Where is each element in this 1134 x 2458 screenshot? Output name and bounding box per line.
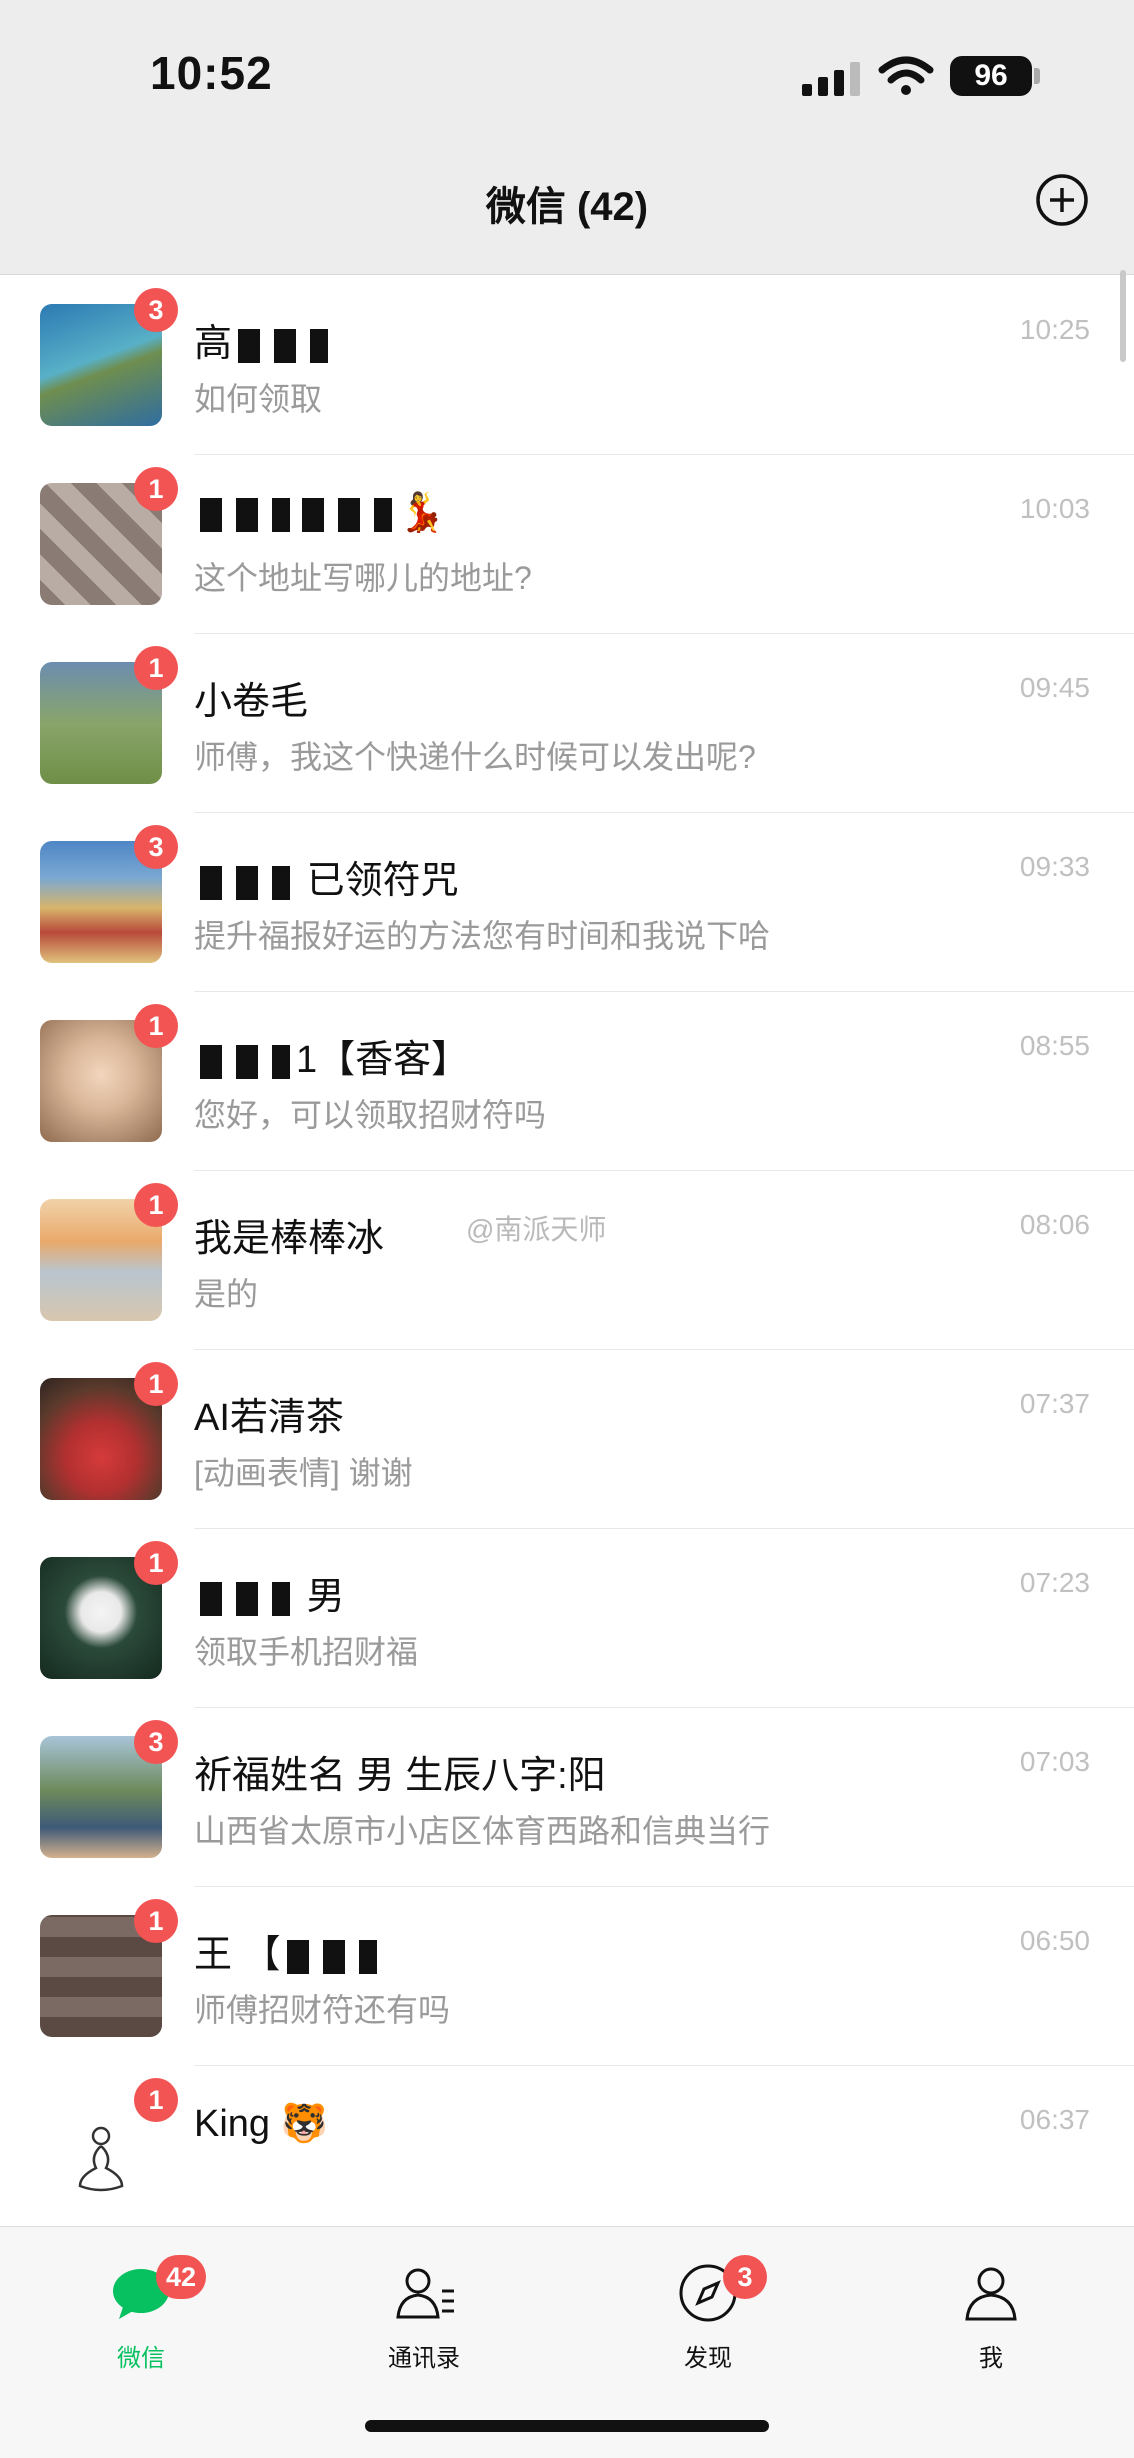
- add-button[interactable]: [1034, 172, 1090, 228]
- chat-time: 10:03: [1019, 493, 1090, 524]
- chat-row[interactable]: 1 小卷毛 师傅，我这个快递什么时候可以发出呢? 09:45: [0, 634, 1134, 813]
- chat-row[interactable]: 1 我是棒棒冰 是的 08:06: [0, 1171, 1134, 1350]
- unread-badge: 3: [134, 288, 178, 332]
- cellular-signal-icon: [802, 62, 860, 96]
- tab-badge: 42: [156, 2255, 207, 2299]
- tab-label: 我: [979, 2345, 1003, 2372]
- chat-time: 08:55: [1019, 1030, 1090, 1061]
- battery-tip: [1034, 68, 1040, 84]
- unread-badge: 1: [134, 2078, 178, 2122]
- chat-preview: 如何领取: [194, 381, 323, 417]
- page-title: 微信 (42): [485, 185, 649, 229]
- redaction-mask: [200, 1581, 290, 1616]
- chat-time: 07:03: [1019, 1746, 1090, 1777]
- chat-row[interactable]: 3 高 如何领取 10:25: [0, 276, 1134, 455]
- unread-badge: 1: [134, 1541, 178, 1585]
- contacts-icon: [396, 2268, 454, 2319]
- chat-name: 1【香客】: [194, 1028, 954, 1083]
- chat-row[interactable]: 3 已领符咒 提升福报好运的方法您有时间和我说下哈 09:33: [0, 813, 1134, 992]
- unread-badge: 1: [134, 467, 178, 511]
- chat-name: 王 【: [194, 1923, 954, 1978]
- unread-badge: 3: [134, 1720, 178, 1764]
- chat-name: 💃: [194, 491, 954, 535]
- tab-label: 通讯录: [388, 2345, 460, 2372]
- chat-preview: 山西省太原市小店区体育西路和信典当行: [194, 1813, 771, 1849]
- chat-name: 已领符咒: [194, 849, 954, 904]
- home-indicator[interactable]: [365, 2420, 769, 2432]
- chat-name: 小卷毛: [194, 681, 309, 723]
- tab-contacts[interactable]: 通讯录: [349, 2261, 499, 2373]
- unread-badge: 3: [134, 825, 178, 869]
- watermark: @南派天师: [466, 1214, 607, 1245]
- chat-row[interactable]: 1 男 领取手机招财福 07:23: [0, 1529, 1134, 1708]
- chat-preview: 领取手机招财福: [194, 1634, 419, 1670]
- tab-me[interactable]: 我: [916, 2261, 1066, 2373]
- redaction-mask: [286, 1939, 377, 1974]
- chat-preview: 师傅，我这个快递什么时候可以发出呢?: [194, 739, 756, 775]
- scrollbar[interactable]: [1120, 270, 1126, 362]
- battery-indicator: 96: [950, 56, 1032, 96]
- chat-preview: 您好，可以领取招财符吗: [194, 1097, 547, 1133]
- chat-row[interactable]: 1 1【香客】 您好，可以领取招财符吗 08:55: [0, 992, 1134, 1171]
- chat-time: 06:50: [1019, 1925, 1090, 1956]
- redaction-mask: [238, 328, 329, 363]
- status-time: 10:52: [150, 47, 273, 99]
- chat-preview: 这个地址写哪儿的地址?: [194, 560, 532, 596]
- chat-name: 高: [194, 312, 954, 367]
- tab-discover[interactable]: 发现 3: [633, 2255, 783, 2373]
- unread-badge: 1: [134, 646, 178, 690]
- chat-row[interactable]: 1 AI若清茶 [动画表情] 谢谢 07:37: [0, 1350, 1134, 1529]
- chat-preview: 提升福报好运的方法您有时间和我说下哈: [194, 918, 771, 954]
- chat-name: 祈福姓名 男 生辰八字:阳: [194, 1755, 606, 1797]
- unread-badge: 1: [134, 1183, 178, 1227]
- tab-chats[interactable]: 微信 42: [66, 2255, 216, 2373]
- wifi-icon: [878, 56, 934, 95]
- redaction-mask: [200, 1044, 290, 1079]
- chat-name: 男: [194, 1565, 954, 1620]
- tab-label: 微信: [117, 2345, 165, 2372]
- profile-icon: [965, 2267, 1017, 2321]
- chat-time: 10:25: [1019, 314, 1090, 345]
- chat-row[interactable]: 1 💃 这个地址写哪儿的地址? 10:03: [0, 455, 1134, 634]
- nav-bar: 微信 (42): [0, 150, 1134, 275]
- tab-label: 发现: [684, 2345, 732, 2372]
- redaction-mask: [302, 497, 392, 532]
- dancer-emoji: 💃: [398, 492, 446, 534]
- chat-row[interactable]: 1 王 【 师傅招财符还有吗 06:50: [0, 1887, 1134, 2066]
- chat-preview: 师傅招财符还有吗: [194, 1992, 451, 2028]
- redaction-mask: [200, 865, 290, 900]
- chat-name: King 🐯: [194, 2103, 328, 2145]
- chat-time: 08:06: [1019, 1209, 1090, 1240]
- unread-badge: 1: [134, 1362, 178, 1406]
- chat-name: AI若清茶: [194, 1397, 344, 1439]
- status-bar: 10:52 96: [0, 0, 1134, 150]
- redaction-mask: [200, 497, 290, 532]
- chat-row[interactable]: 1 King 🐯 06:37: [0, 2066, 1134, 2226]
- chat-time: 09:33: [1019, 851, 1090, 882]
- chat-time: 06:37: [1019, 2104, 1090, 2135]
- chat-row[interactable]: 3 祈福姓名 男 生辰八字:阳 山西省太原市小店区体育西路和信典当行 07:03: [0, 1708, 1134, 1887]
- unread-badge: 1: [134, 1899, 178, 1943]
- unread-badge: 1: [134, 1004, 178, 1048]
- tab-badge: 3: [723, 2255, 767, 2299]
- chat-time: 07:37: [1019, 1388, 1090, 1419]
- chat-time: 07:23: [1019, 1567, 1090, 1598]
- chat-list: 3 高 如何领取 10:25 1 💃 这个地址写哪儿的地址? 10:03 1 小…: [0, 276, 1134, 2226]
- chat-preview: [动画表情] 谢谢: [194, 1455, 413, 1491]
- chat-preview: 是的: [194, 1276, 259, 1312]
- chat-time: 09:45: [1019, 672, 1090, 703]
